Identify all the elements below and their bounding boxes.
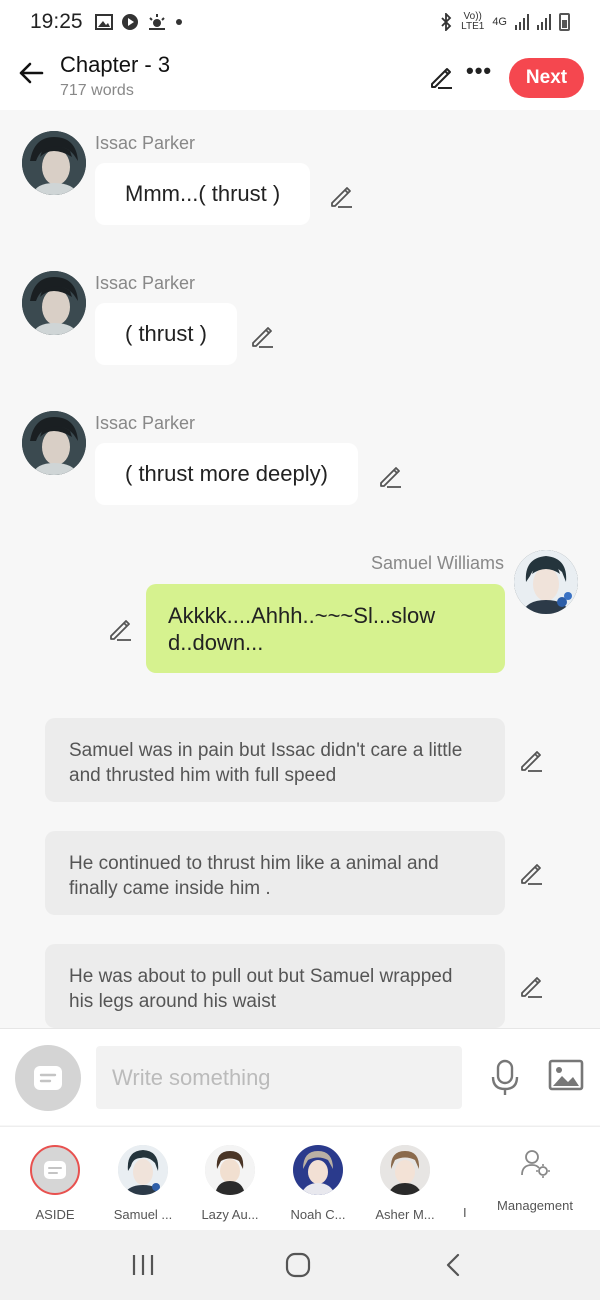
- character-label: Samuel ...: [113, 1207, 173, 1222]
- edit-narration-icon[interactable]: [518, 747, 544, 773]
- character-samuel[interactable]: Samuel ...: [103, 1145, 183, 1222]
- character-lazy-author[interactable]: Lazy Au...: [190, 1145, 270, 1222]
- avatar-issac[interactable]: [22, 271, 86, 335]
- separator: I: [463, 1205, 467, 1220]
- bluetooth-icon: [441, 13, 452, 31]
- narration-block[interactable]: He was about to pull out but Samuel wrap…: [45, 944, 505, 1028]
- character-aside[interactable]: ASIDE: [15, 1145, 95, 1222]
- gallery-icon: [94, 14, 113, 30]
- avatar: [118, 1145, 168, 1195]
- next-button[interactable]: Next: [509, 58, 584, 98]
- character-label: Noah C...: [290, 1207, 346, 1222]
- edit-message-icon[interactable]: [249, 323, 275, 349]
- avatar-samuel[interactable]: [514, 550, 578, 614]
- aside-icon: [44, 1161, 66, 1179]
- narration-block[interactable]: He continued to thrust him like a animal…: [45, 831, 505, 915]
- chapter-header: Chapter - 3 717 words ••• Next: [0, 44, 600, 110]
- character-label: ASIDE: [35, 1207, 75, 1222]
- aside-icon: [34, 1066, 62, 1090]
- battery-icon: [559, 13, 570, 31]
- edit-message-icon[interactable]: [107, 616, 133, 642]
- network-type: 4G: [492, 16, 507, 28]
- sender-name: Issac Parker: [95, 133, 196, 153]
- avatar-issac[interactable]: [22, 131, 86, 195]
- system-nav-bar: [0, 1230, 600, 1300]
- status-right: Vo)) LTE1 4G: [439, 12, 570, 32]
- character-noah[interactable]: Noah C...: [278, 1145, 358, 1222]
- reply-bubble[interactable]: Akkkk....Ahhh..~~~Sl...slow d..down...: [146, 584, 505, 673]
- avatar: [380, 1145, 430, 1195]
- management-button[interactable]: Management: [490, 1147, 580, 1213]
- microphone-icon[interactable]: [489, 1059, 521, 1097]
- edit-message-icon[interactable]: [328, 183, 354, 209]
- back-arrow-icon[interactable]: [16, 58, 46, 88]
- signal-icon-2: [537, 14, 551, 30]
- character-bar: ASIDE Samuel ... Lazy Au... Noah C... As…: [0, 1126, 600, 1230]
- dot-icon: [175, 19, 182, 25]
- home-icon[interactable]: [283, 1252, 313, 1278]
- character-asher[interactable]: Asher M...: [365, 1145, 445, 1222]
- character-label: Asher M...: [375, 1207, 435, 1222]
- sender-name: Issac Parker: [95, 273, 196, 293]
- status-bar: 19:25 Vo)) LTE1 4G: [0, 0, 600, 44]
- message-input[interactable]: [96, 1046, 462, 1109]
- avatar: [293, 1145, 343, 1195]
- user-settings-icon: [521, 1150, 550, 1178]
- notification-icons: [94, 13, 183, 31]
- image-icon[interactable]: [548, 1059, 584, 1091]
- avatar: [205, 1145, 255, 1195]
- edit-title-icon[interactable]: [428, 64, 454, 90]
- aside-avatar: [30, 1145, 80, 1195]
- narration-block[interactable]: Samuel was in pain but Issac didn't care…: [45, 718, 505, 802]
- volte-label: Vo)) LTE1: [461, 11, 485, 32]
- management-label: Management: [497, 1198, 573, 1213]
- composer-bar: [0, 1028, 600, 1125]
- play-icon: [121, 14, 138, 30]
- message-bubble[interactable]: Mmm...( thrust ): [95, 163, 311, 225]
- sender-name: Issac Parker: [95, 413, 196, 433]
- more-options-icon[interactable]: •••: [466, 58, 492, 84]
- edit-narration-icon[interactable]: [518, 860, 544, 886]
- word-count: 717 words: [60, 82, 134, 99]
- chapter-title: Chapter - 3: [60, 52, 171, 77]
- back-nav-icon[interactable]: [440, 1252, 470, 1278]
- weather-icon: [148, 14, 165, 30]
- aside-toggle-button[interactable]: [15, 1045, 81, 1111]
- avatar-issac[interactable]: [22, 411, 86, 475]
- recent-apps-icon[interactable]: [128, 1252, 158, 1278]
- status-time: 19:25: [30, 10, 83, 33]
- message-bubble[interactable]: ( thrust more deeply): [95, 443, 358, 505]
- edit-message-icon[interactable]: [377, 463, 403, 489]
- character-label: Lazy Au...: [201, 1207, 259, 1222]
- message-bubble[interactable]: ( thrust ): [95, 303, 237, 365]
- reply-message-item: Samuel Williams Akkkk....Ahhh..~~~Sl...s…: [0, 550, 600, 680]
- edit-narration-icon[interactable]: [518, 973, 544, 999]
- sender-name: Samuel Williams: [370, 553, 504, 573]
- signal-icon: [515, 14, 529, 30]
- title-block: Chapter - 3 717 words: [60, 52, 170, 100]
